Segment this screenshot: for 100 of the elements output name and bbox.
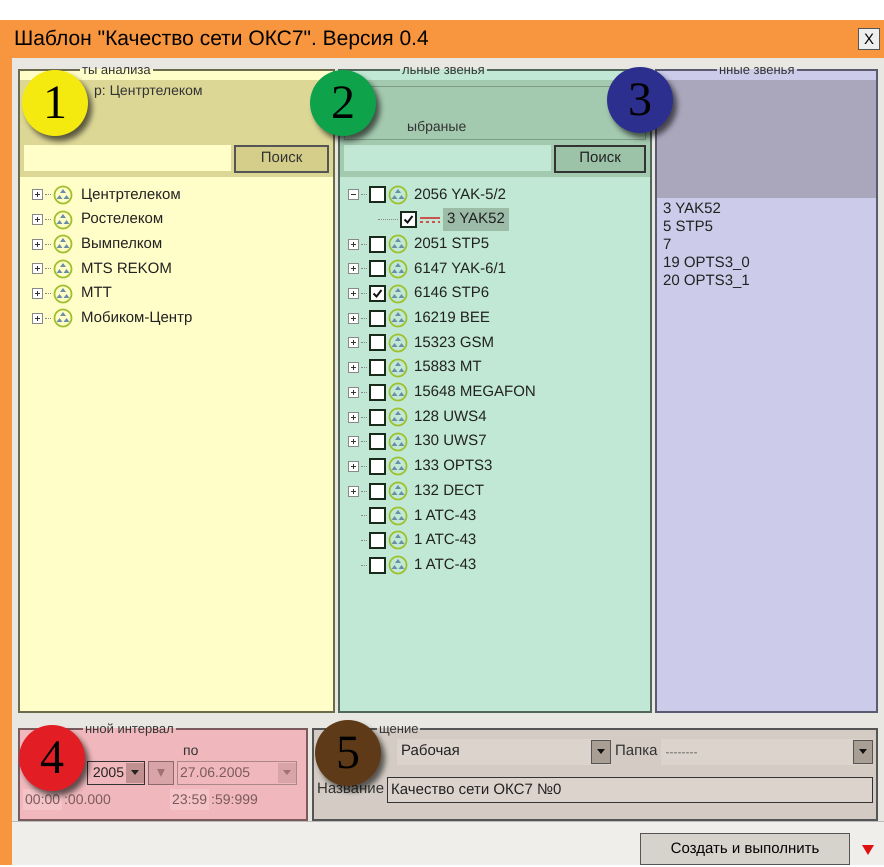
group-label: щение	[378, 720, 420, 738]
expand-toggle[interactable]	[348, 436, 359, 448]
expand-toggle[interactable]	[348, 238, 359, 250]
network-icon	[388, 506, 408, 526]
checkbox[interactable]	[369, 285, 386, 302]
tree-item[interactable]: 132 DECT	[410, 480, 484, 502]
collapse-toggle[interactable]	[348, 189, 359, 200]
checkbox[interactable]	[369, 236, 386, 253]
checkbox[interactable]	[369, 408, 386, 426]
tree-item[interactable]: Центртелеком	[75, 184, 181, 206]
expand-toggle[interactable]	[32, 238, 43, 250]
folder-combo[interactable]: --------	[661, 738, 873, 764]
expand-toggle[interactable]	[32, 263, 43, 274]
expand-toggle[interactable]	[348, 412, 359, 423]
checkbox[interactable]	[369, 556, 386, 574]
from-date-combo[interactable]: 2005	[87, 760, 145, 784]
folder-label: Папка	[615, 741, 658, 762]
tree-item[interactable]: 16219 BEE	[410, 307, 490, 330]
list-item[interactable]: 19 OPTS3_0	[663, 254, 876, 272]
expand-toggle[interactable]	[348, 386, 359, 398]
expand-toggle[interactable]	[32, 214, 43, 226]
link-icon	[419, 216, 441, 224]
dropdown-button[interactable]	[126, 762, 144, 782]
network-icon	[53, 308, 73, 328]
network-icon	[388, 308, 408, 328]
tree-item[interactable]: 1 ATC-43	[410, 554, 476, 576]
combo-value: Рабочая	[401, 741, 460, 762]
list-item[interactable]: 7	[663, 236, 876, 254]
caret-icon	[597, 749, 605, 754]
checkbox[interactable]	[369, 458, 386, 475]
list-item[interactable]: 5 STP5	[663, 218, 876, 236]
search-button[interactable]: Поиск	[234, 144, 329, 172]
checkbox[interactable]	[369, 334, 386, 352]
expand-toggle[interactable]	[348, 263, 359, 274]
checkbox[interactable]	[369, 186, 386, 204]
checkbox[interactable]	[369, 310, 386, 327]
network-icon	[388, 481, 408, 502]
dropdown-icon[interactable]	[862, 845, 874, 855]
network-icon	[388, 234, 408, 254]
seconds-field[interactable]: :59:999	[209, 788, 260, 810]
tree-item[interactable]: 128 UWS4	[410, 406, 487, 428]
expand-toggle[interactable]	[348, 312, 359, 324]
tree-item[interactable]: 2051 STP5	[410, 232, 490, 256]
tree-item[interactable]: 133 OPTS3	[410, 455, 492, 478]
expand-toggle[interactable]	[348, 460, 359, 472]
option-label[interactable]: ыбраные	[407, 116, 466, 136]
to-date-combo[interactable]: 27.06.2005	[177, 760, 297, 784]
create-and-run-button[interactable]: Создать и выполнить	[640, 833, 850, 865]
tree-item[interactable]: 15883 MT	[410, 356, 482, 379]
seconds-field[interactable]: :00.000	[62, 788, 170, 810]
checkbox[interactable]	[369, 507, 386, 524]
checkbox[interactable]	[369, 482, 386, 500]
network-icon	[53, 210, 73, 230]
tree-item[interactable]: Вымпелком	[75, 232, 162, 256]
window-title: Шаблон "Качество сети ОКС7". Версия 0.4	[14, 26, 429, 52]
tree-item[interactable]: 1 ATC-43	[410, 529, 476, 552]
caret-icon	[157, 768, 165, 776]
tree-item[interactable]: 2056 YAK-5/2	[410, 184, 506, 206]
checkbox[interactable]	[369, 260, 386, 278]
expand-toggle[interactable]	[32, 288, 43, 300]
time-field[interactable]: 23:59	[170, 788, 210, 810]
expand-toggle[interactable]	[32, 189, 43, 200]
network-icon	[388, 358, 408, 378]
checkbox[interactable]	[369, 532, 386, 549]
network-icon	[388, 184, 408, 205]
search-field[interactable]	[24, 144, 231, 170]
dropdown-button[interactable]	[853, 740, 873, 764]
close-button[interactable]: X	[858, 28, 880, 50]
tree-item[interactable]: 3 YAK52	[443, 208, 509, 231]
time-field[interactable]: 00:00	[23, 788, 62, 810]
tree-item[interactable]: MTT	[75, 282, 112, 305]
network-icon	[53, 258, 73, 279]
tree-item[interactable]: Мобиком-Центр	[75, 307, 192, 330]
tree-item[interactable]: MTS REKOM	[75, 258, 172, 280]
tree-item[interactable]: 15323 GSM	[410, 332, 494, 354]
search-field[interactable]	[344, 144, 551, 170]
list-item[interactable]: 3 YAK52	[663, 200, 876, 218]
tree-item[interactable]: 1 ATC-43	[410, 504, 476, 528]
name-field[interactable]: Качество сети ОКС7 №0	[387, 776, 873, 802]
tree-item[interactable]: 6147 YAK-6/1	[410, 258, 506, 280]
group-label: нной интервал	[84, 720, 175, 738]
expand-toggle[interactable]	[348, 362, 359, 374]
checkbox[interactable]	[369, 384, 386, 401]
tree-item[interactable]: 6146 STP6	[410, 282, 490, 305]
combo-value: --------	[665, 744, 698, 760]
checkbox[interactable]	[369, 433, 386, 450]
caret-icon	[859, 749, 867, 754]
tree-item[interactable]: 15648 MEGAFON	[410, 381, 536, 404]
checkbox[interactable]	[369, 359, 386, 376]
tree-item[interactable]: 130 UWS7	[410, 430, 487, 453]
checkbox[interactable]	[400, 211, 417, 228]
tree-item[interactable]: Ростелеком	[75, 208, 164, 231]
list-item[interactable]: 20 OPTS3_1	[663, 272, 876, 290]
expand-toggle[interactable]	[348, 337, 359, 348]
location-combo[interactable]: Рабочая	[397, 738, 611, 764]
expand-toggle[interactable]	[348, 486, 359, 497]
dropdown-button[interactable]	[591, 740, 611, 764]
search-button[interactable]: Поиск	[554, 144, 646, 172]
expand-toggle[interactable]	[348, 288, 359, 300]
expand-toggle[interactable]	[32, 312, 43, 324]
